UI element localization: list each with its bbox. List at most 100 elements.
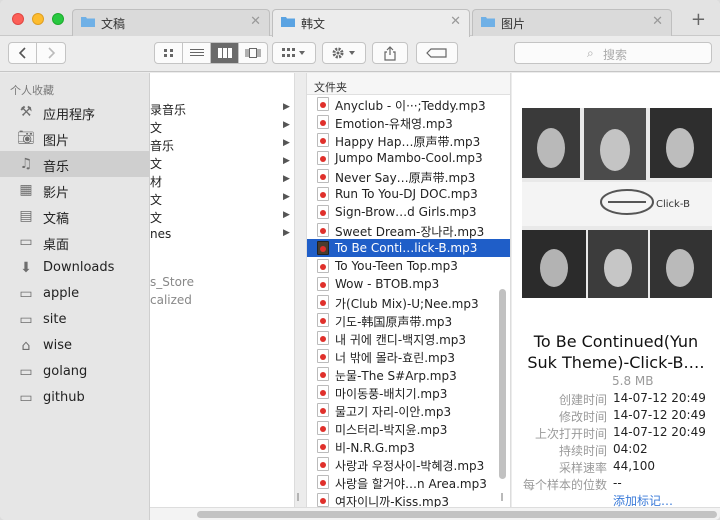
sidebar-item-applications[interactable]: ⚒ 应用程序: [0, 99, 150, 125]
sidebar-item-movies[interactable]: ▦ 影片: [0, 177, 150, 203]
close-tab-icon[interactable]: ✕: [250, 14, 261, 29]
vertical-scrollbar[interactable]: [499, 289, 506, 479]
scrollbar-thumb[interactable]: [197, 511, 717, 518]
sidebar-item-music[interactable]: ♫ 音乐: [0, 151, 150, 177]
file-row[interactable]: 기도-韩国原声带.mp3: [307, 311, 510, 329]
sidebar-item-desktop[interactable]: ▭ 桌面: [0, 229, 150, 255]
metadata-value: 14-07-12 20:49: [613, 425, 706, 439]
metadata-key: 持续时间: [558, 444, 607, 458]
metadata-value: 14-07-12 20:49: [613, 391, 706, 405]
close-window-button[interactable]: [12, 13, 24, 25]
file-name: Happy Hap…原声带.mp3: [335, 135, 481, 149]
audio-file-icon: [317, 97, 329, 111]
file-row[interactable]: 가(Club Mix)-U;Nee.mp3: [307, 293, 510, 311]
file-row[interactable]: Sweet Dream-장나라.mp3: [307, 221, 510, 239]
column-resize-handle[interactable]: ‖: [500, 492, 504, 501]
tab-documents[interactable]: 文稿 ✕: [72, 9, 270, 36]
column-view-icon[interactable]: [211, 43, 239, 63]
sidebar-item-pictures[interactable]: 📷︎ 图片: [0, 125, 150, 151]
file-row[interactable]: Jumpo Mambo-Cool.mp3: [307, 149, 510, 167]
folder-row[interactable]: 文 ▶: [150, 189, 294, 207]
file-row[interactable]: 너 밖에 몰라-효린.mp3: [307, 347, 510, 365]
column-resize-handle[interactable]: ‖: [296, 492, 300, 501]
list-view-icon[interactable]: [183, 43, 211, 63]
file-row[interactable]: 마이동풍-배치기.mp3: [307, 383, 510, 401]
file-row[interactable]: Anyclub - 이···;Teddy.mp3: [307, 95, 510, 113]
file-row[interactable]: 여자이니까-Kiss.mp3: [307, 491, 510, 507]
folder-row[interactable]: 文 ▶: [150, 153, 294, 171]
icon-view-icon[interactable]: [155, 43, 183, 63]
file-row[interactable]: 사랑을 할거야…n Area.mp3: [307, 473, 510, 491]
zoom-window-button[interactable]: [52, 13, 64, 25]
hidden-file-row[interactable]: calized: [150, 293, 192, 307]
audio-file-icon: [317, 403, 329, 417]
sidebar-item-label: wise: [43, 338, 73, 353]
sidebar-item-wise[interactable]: ⌂ wise: [0, 333, 150, 359]
arrange-button[interactable]: [272, 42, 316, 64]
tab-pictures[interactable]: 图片 ✕: [472, 9, 672, 36]
sidebar-item-downloads[interactable]: ⬇ Downloads: [0, 255, 150, 281]
audio-file-icon: [317, 277, 329, 291]
file-row[interactable]: Emotion-유채영.mp3: [307, 113, 510, 131]
file-name: Never Say…原声带.mp3: [335, 171, 476, 185]
folder-icon: [481, 17, 495, 27]
audio-file-icon: [317, 259, 329, 273]
file-name: Run To You-DJ DOC.mp3: [335, 187, 478, 201]
sidebar-item-github[interactable]: ▭ github: [0, 385, 150, 411]
sidebar-item-documents[interactable]: ▤ 文稿: [0, 203, 150, 229]
file-name: 사랑과 우정사이-박혜경.mp3: [335, 459, 485, 473]
close-tab-icon[interactable]: ✕: [450, 14, 461, 29]
sidebar-item-golang[interactable]: ▭ golang: [0, 359, 150, 385]
metadata-row: 采样速率 44,100: [512, 459, 720, 476]
file-name: To You-Teen Top.mp3: [335, 259, 458, 273]
metadata-value: 44,100: [613, 459, 655, 473]
forward-arrow-icon[interactable]: [37, 43, 65, 63]
file-row[interactable]: To Be Conti…lick-B.mp3: [307, 239, 510, 257]
folder-row[interactable]: 文 ▶: [150, 207, 294, 225]
audio-file-icon: [317, 475, 329, 489]
sidebar-item-site[interactable]: ▭ site: [0, 307, 150, 333]
disclosure-arrow-icon: ▶: [283, 156, 290, 166]
hidden-file-row[interactable]: s_Store: [150, 275, 194, 289]
gear-icon: [332, 47, 355, 59]
file-row[interactable]: Happy Hap…原声带.mp3: [307, 131, 510, 149]
file-row[interactable]: 내 귀에 캔디-백지영.mp3: [307, 329, 510, 347]
file-name: 가(Club Mix)-U;Nee.mp3: [335, 297, 479, 311]
file-row[interactable]: Sign-Brow…d Girls.mp3: [307, 203, 510, 221]
tab-korean[interactable]: 韩文 ✕: [272, 9, 470, 37]
metadata-key: 上次打开时间: [534, 427, 607, 441]
file-row[interactable]: Run To You-DJ DOC.mp3: [307, 185, 510, 203]
file-row[interactable]: 비-N.R.G.mp3: [307, 437, 510, 455]
home-icon: ⌂: [21, 338, 31, 354]
action-button[interactable]: [322, 42, 366, 64]
folder-row[interactable]: 音乐 ▶: [150, 135, 294, 153]
coverflow-view-icon[interactable]: [239, 43, 267, 63]
folder-row[interactable]: 录音乐 ▶: [150, 99, 294, 117]
tag-button[interactable]: [416, 42, 458, 64]
file-row[interactable]: 사랑과 우정사이-박혜경.mp3: [307, 455, 510, 473]
folder-row[interactable]: 材 ▶: [150, 171, 294, 189]
back-arrow-icon[interactable]: [9, 43, 37, 63]
folder-row[interactable]: 文 ▶: [150, 117, 294, 135]
disclosure-arrow-icon: ▶: [283, 210, 290, 220]
audio-file-icon: [317, 187, 329, 201]
new-tab-plus-icon[interactable]: +: [691, 9, 706, 30]
sidebar-item-apple[interactable]: ▭ apple: [0, 281, 150, 307]
tag-icon: [426, 48, 447, 58]
horizontal-scrollbar[interactable]: [150, 507, 720, 520]
file-row[interactable]: Never Say…原声带.mp3: [307, 167, 510, 185]
disclosure-arrow-icon: ▶: [283, 174, 290, 184]
share-button[interactable]: [372, 42, 408, 64]
minimize-window-button[interactable]: [32, 13, 44, 25]
audio-file-icon: [317, 313, 329, 327]
search-input[interactable]: ⌕ 搜索: [514, 42, 712, 64]
close-tab-icon[interactable]: ✕: [652, 14, 663, 29]
file-row[interactable]: 미스터리-박지윤.mp3: [307, 419, 510, 437]
file-row[interactable]: 물고기 자리-이안.mp3: [307, 401, 510, 419]
file-row[interactable]: To You-Teen Top.mp3: [307, 257, 510, 275]
disclosure-arrow-icon: ▶: [283, 102, 290, 112]
file-row[interactable]: Wow - BTOB.mp3: [307, 275, 510, 293]
folder-row[interactable]: nes ▶: [150, 225, 294, 243]
file-row[interactable]: 눈물-The S#Arp.mp3: [307, 365, 510, 383]
sidebar-item-label: 应用程序: [43, 108, 96, 123]
